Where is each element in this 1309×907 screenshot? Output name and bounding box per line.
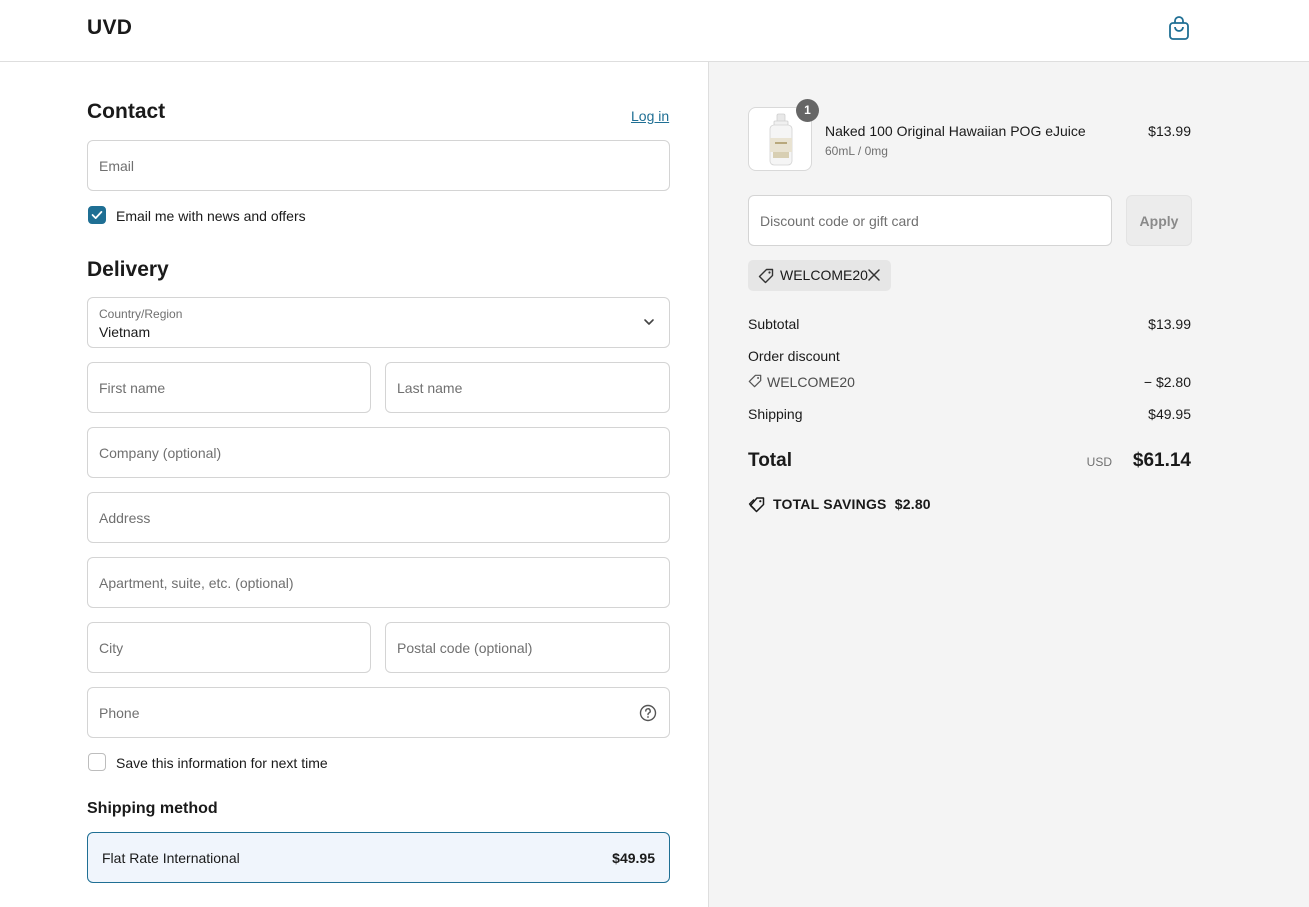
order-discount-label: Order discount: [748, 348, 840, 364]
shipping-option-price: $49.95: [612, 850, 655, 866]
total-savings: TOTAL SAVINGS $2.80: [773, 496, 931, 512]
subtotal-value: $13.99: [1148, 316, 1191, 332]
applied-discount-tag: WELCOME20: [748, 260, 891, 291]
product-name: Naked 100 Original Hawaiian POG eJuice: [825, 123, 1086, 139]
save-info-checkbox[interactable]: [88, 753, 106, 771]
company-field[interactable]: [87, 427, 670, 478]
email-input[interactable]: [99, 141, 658, 190]
shipping-label: Shipping: [748, 406, 803, 422]
discount-code-label: WELCOME20: [767, 374, 855, 390]
city-input[interactable]: [99, 623, 359, 672]
first-name-field[interactable]: [87, 362, 371, 413]
total-label: Total: [748, 450, 792, 471]
login-link[interactable]: Log in: [631, 108, 669, 124]
tag-icon: [748, 374, 762, 388]
tag-icon: [758, 268, 774, 284]
country-label: Country/Region: [99, 307, 183, 321]
close-icon[interactable]: [867, 268, 881, 282]
checkout-header: UVD: [0, 0, 1309, 62]
checkmark-icon: [91, 211, 103, 219]
quantity-badge: 1: [796, 99, 819, 122]
order-summary: 1 Naked 100 Original Hawaiian POG eJuice…: [708, 62, 1309, 907]
shipping-option-name: Flat Rate International: [102, 850, 240, 866]
discount-code-field[interactable]: [748, 195, 1112, 246]
question-circle-icon[interactable]: [639, 704, 657, 722]
price-tags-icon: [748, 497, 765, 513]
subtotal-label: Subtotal: [748, 316, 800, 332]
checkout-form: Contact Log in Email me with news and of…: [0, 62, 708, 907]
shipping-value: $49.95: [1148, 406, 1191, 422]
discount-code-input[interactable]: [760, 196, 1100, 245]
apartment-input[interactable]: [99, 558, 658, 607]
newsletter-checkbox[interactable]: [88, 206, 106, 224]
store-logo[interactable]: UVD: [87, 16, 132, 40]
apartment-field[interactable]: [87, 557, 670, 608]
total-value: $61.14: [1132, 450, 1191, 471]
phone-input[interactable]: [99, 688, 658, 737]
save-info-label: Save this information for next time: [116, 755, 328, 771]
currency-code: USD: [1086, 455, 1112, 469]
first-name-input[interactable]: [99, 363, 359, 412]
city-field[interactable]: [87, 622, 371, 673]
country-value: Vietnam: [99, 324, 151, 340]
postal-code-input[interactable]: [397, 623, 658, 672]
shipping-method-title: Shipping method: [87, 800, 218, 817]
country-select[interactable]: Country/Region Vietnam: [87, 297, 670, 348]
contact-title: Contact: [87, 100, 166, 123]
product-price: $13.99: [1148, 123, 1191, 139]
applied-discount-code: WELCOME20: [780, 267, 868, 283]
discount-value: − $2.80: [1143, 374, 1191, 390]
shipping-option-flat-rate[interactable]: Flat Rate International $49.95: [87, 832, 670, 883]
last-name-input[interactable]: [397, 363, 658, 412]
shopping-bag-icon[interactable]: [1167, 15, 1191, 41]
phone-field[interactable]: [87, 687, 670, 738]
newsletter-label: Email me with news and offers: [116, 208, 306, 224]
company-input[interactable]: [99, 428, 658, 477]
last-name-field[interactable]: [385, 362, 670, 413]
address-field[interactable]: [87, 492, 670, 543]
address-input[interactable]: [99, 493, 658, 542]
email-field[interactable]: [87, 140, 670, 191]
product-variant: 60mL / 0mg: [825, 144, 888, 158]
apply-discount-button[interactable]: Apply: [1126, 195, 1192, 246]
postal-code-field[interactable]: [385, 622, 670, 673]
chevron-down-icon: [644, 319, 654, 325]
delivery-title: Delivery: [87, 258, 169, 281]
